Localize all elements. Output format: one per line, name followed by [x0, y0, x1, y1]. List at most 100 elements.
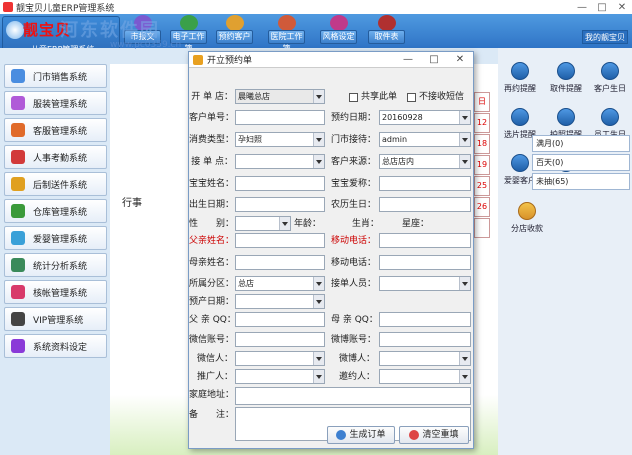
- promoter-select[interactable]: [235, 369, 325, 384]
- father-qq-input[interactable]: [235, 312, 325, 327]
- reception-select[interactable]: admin: [379, 132, 471, 147]
- gender-select[interactable]: [235, 216, 291, 231]
- my-baby-button[interactable]: 我的靓宝贝: [582, 30, 628, 44]
- mobile-input[interactable]: [379, 233, 471, 248]
- create-order-label: 生成订单: [349, 430, 386, 440]
- chevron-down-icon[interactable]: [316, 138, 322, 142]
- reset-icon: [409, 429, 420, 440]
- reminder-list-item[interactable]: 百天(0): [532, 154, 630, 171]
- calendar-day[interactable]: [474, 218, 490, 238]
- inviter-select[interactable]: [379, 369, 471, 384]
- module-icon: [11, 150, 25, 164]
- calendar-day[interactable]: 19: [474, 155, 490, 175]
- store-receive-button[interactable]: 分店收款: [506, 198, 548, 240]
- create-order-button[interactable]: 生成订单: [327, 426, 395, 444]
- chevron-down-icon[interactable]: [316, 375, 322, 379]
- sidebar-item-4[interactable]: 后制送件系统: [4, 172, 107, 196]
- minimize-button[interactable]: —: [572, 2, 592, 13]
- field-value: admin: [382, 135, 408, 144]
- sidebar-item-1[interactable]: 服装管理系统: [4, 91, 107, 115]
- reminder-tile-2[interactable]: 客户生日: [590, 58, 630, 100]
- checkbox-box[interactable]: [349, 92, 358, 102]
- weibo-person-select[interactable]: [379, 351, 471, 366]
- calendar-day[interactable]: 日: [474, 92, 490, 112]
- chevron-down-icon[interactable]: [316, 160, 322, 164]
- maximize-button[interactable]: □: [592, 2, 612, 13]
- sidebar-item-5[interactable]: 仓库管理系统: [4, 199, 107, 223]
- reminder-list-item[interactable]: 满月(0): [532, 135, 630, 152]
- share-checkbox[interactable]: 共享此单: [349, 89, 397, 105]
- address-label: 家庭地址：: [189, 390, 235, 400]
- dialog-close-button[interactable]: ✕: [447, 54, 473, 65]
- chevron-down-icon[interactable]: [316, 95, 322, 99]
- store-select[interactable]: 晨曦总店: [235, 89, 325, 104]
- chevron-down-icon[interactable]: [316, 300, 322, 304]
- father-name-input[interactable]: [235, 233, 325, 248]
- field-value: 20160928: [382, 113, 423, 122]
- chevron-down-icon[interactable]: [462, 160, 468, 164]
- close-button[interactable]: ✕: [612, 2, 632, 13]
- chevron-down-icon[interactable]: [462, 375, 468, 379]
- nav-button-6[interactable]: 取件表: [368, 30, 405, 44]
- sidebar-item-0[interactable]: 门市销售系统: [4, 64, 107, 88]
- district-select[interactable]: 总店: [235, 276, 325, 291]
- chevron-down-icon[interactable]: [316, 357, 322, 361]
- nav-button-3[interactable]: 预约客户: [216, 30, 253, 44]
- lunar-birth-input[interactable]: [379, 197, 471, 212]
- mother-name-input[interactable]: [235, 255, 325, 270]
- appt-date-select[interactable]: 20160928: [379, 110, 471, 125]
- sidebar-item-8[interactable]: 核帐管理系统: [4, 280, 107, 304]
- module-icon: [11, 258, 25, 272]
- calendar-day[interactable]: 26: [474, 197, 490, 217]
- chevron-down-icon[interactable]: [462, 357, 468, 361]
- appointment-dialog: 开立预约单 — □ ✕ 开 单 店： 晨曦总店 共享此单 不接收短信 客户单号： 预约日期…: [188, 51, 474, 449]
- consume-type-select[interactable]: 孕妇照: [235, 132, 325, 147]
- sidebar: 门市销售系统 服装管理系统 客服管理系统 人事考勤系统 后制送件系统 仓库管理系统 爱婴管理…: [4, 64, 107, 361]
- dialog-maximize-button[interactable]: □: [421, 54, 447, 65]
- dialog-minimize-button[interactable]: —: [395, 54, 421, 65]
- chevron-down-icon[interactable]: [316, 282, 322, 286]
- birth-date-input[interactable]: [235, 197, 325, 212]
- chevron-down-icon[interactable]: [462, 116, 468, 120]
- module-icon: [11, 177, 25, 191]
- lunar-birth-label: 农历生日：: [331, 200, 377, 210]
- address-input[interactable]: [235, 387, 471, 405]
- sidebar-item-10[interactable]: 系统资料设定: [4, 334, 107, 358]
- nav-button-5[interactable]: 风格设定: [320, 30, 357, 44]
- checkbox-box[interactable]: [407, 92, 416, 102]
- source-select[interactable]: 总店店内: [379, 154, 471, 169]
- calendar-day[interactable]: 25: [474, 176, 490, 196]
- chevron-down-icon[interactable]: [282, 222, 288, 226]
- calendar-day[interactable]: 18: [474, 134, 490, 154]
- chevron-down-icon[interactable]: [462, 138, 468, 142]
- sidebar-item-7[interactable]: 统计分析系统: [4, 253, 107, 277]
- reminder-tile-1[interactable]: 取件提醒: [546, 58, 586, 100]
- district-label: 所属分区：: [189, 279, 235, 289]
- customer-no-input[interactable]: [235, 110, 325, 125]
- mobile2-input[interactable]: [379, 255, 471, 270]
- module-icon: [11, 312, 25, 326]
- due-date-select[interactable]: [235, 294, 325, 309]
- reminder-icon: [557, 108, 575, 126]
- reminder-list-item[interactable]: 未抽(65): [532, 173, 630, 190]
- reminder-icon: [601, 62, 619, 80]
- nosms-checkbox[interactable]: 不接收短信: [407, 89, 464, 105]
- baby-name-input[interactable]: [235, 176, 325, 191]
- receiver-staff-select[interactable]: [379, 276, 471, 291]
- reminder-tile-0[interactable]: 再约提醒: [500, 58, 540, 100]
- weibo-acc-input[interactable]: [379, 332, 471, 347]
- sidebar-item-3[interactable]: 人事考勤系统: [4, 145, 107, 169]
- reset-form-button[interactable]: 清空重填: [399, 426, 469, 444]
- receiver-point-select[interactable]: [235, 154, 325, 169]
- sidebar-item-6[interactable]: 爱婴管理系统: [4, 226, 107, 250]
- nav-button-4[interactable]: 医院工作簿: [268, 30, 305, 53]
- mother-qq-input[interactable]: [379, 312, 471, 327]
- chevron-down-icon[interactable]: [462, 282, 468, 286]
- wechat-acc-input[interactable]: [235, 332, 325, 347]
- sidebar-item-2[interactable]: 客服管理系统: [4, 118, 107, 142]
- source-label: 客户来源：: [331, 157, 377, 167]
- calendar-day[interactable]: 12: [474, 113, 490, 133]
- wechat-person-select[interactable]: [235, 351, 325, 366]
- baby-nick-input[interactable]: [379, 176, 471, 191]
- sidebar-item-9[interactable]: VIP管理系统: [4, 307, 107, 331]
